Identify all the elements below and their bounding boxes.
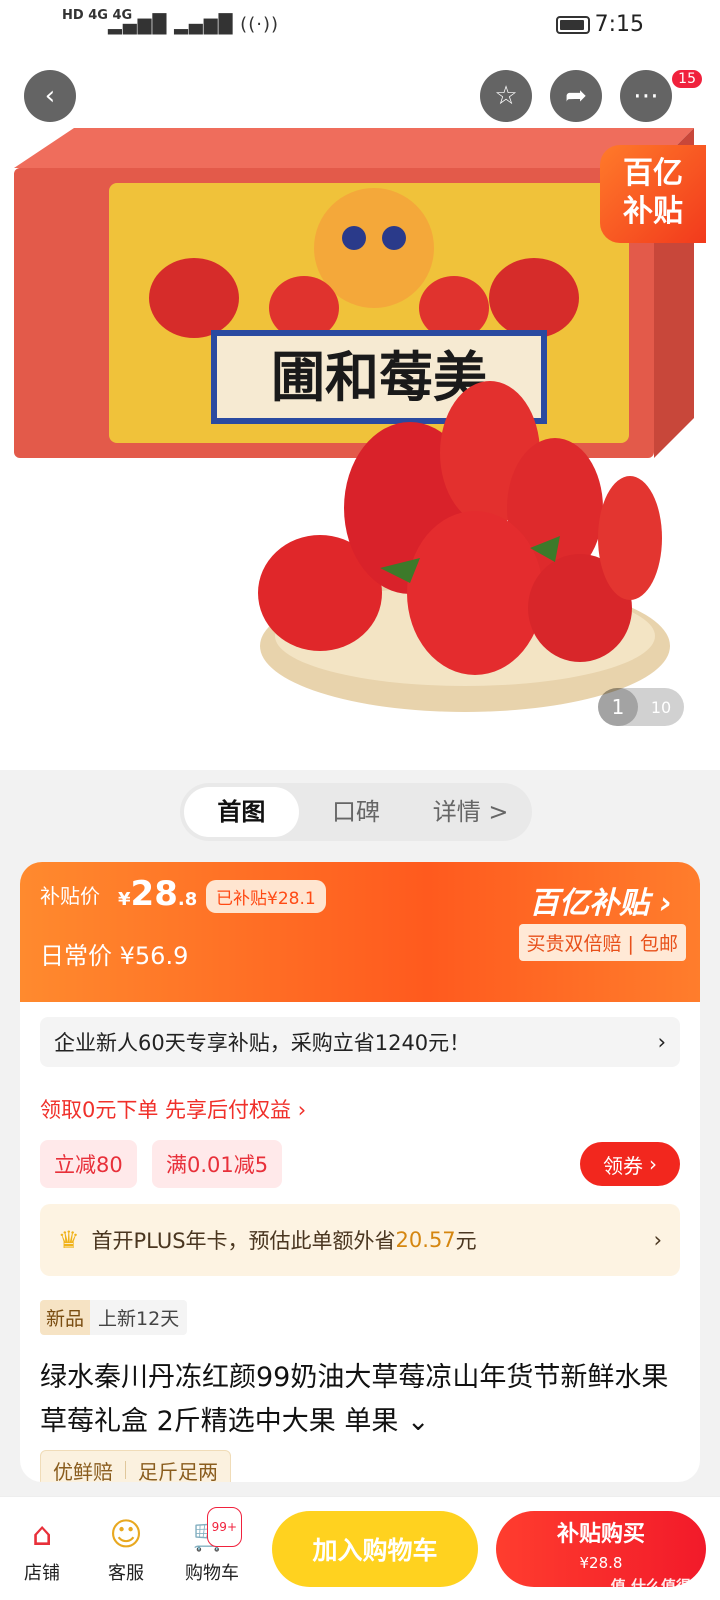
plus-amount: 20.57: [395, 1228, 456, 1252]
product-gallery[interactable]: 圃和莓美 ‹ ☆ ➦ ⋯ 15 百亿 补贴 1 10: [0, 0, 720, 770]
chevron-circle-icon: ›: [649, 1152, 657, 1176]
cart-badge: 99+: [206, 1507, 242, 1547]
chevron-right-icon: ›: [657, 1030, 666, 1054]
price-header: 补贴价 ¥28.8 已补贴¥28.1 日常价 ¥56.9 百亿补贴 › 买贵双倍…: [20, 862, 700, 1002]
status-bar: HD 4G 4G ▂▄▆█ ▂▄▆█ ((·)) 7:15: [0, 0, 720, 52]
tab-reviews[interactable]: 口碑: [299, 787, 414, 837]
more-icon: ⋯: [633, 81, 659, 111]
discount-chip-threshold: 满0.01减5: [152, 1140, 283, 1188]
service-assurance[interactable]: 优鲜赔 足斤足两: [40, 1450, 231, 1482]
subsidy-corner-tag: 百亿 补贴: [600, 145, 706, 243]
plus-text: 首开PLUS年卡，预估此单额外省: [91, 1229, 396, 1253]
crown-icon: ♛: [58, 1226, 80, 1254]
pager-total: 10: [650, 697, 672, 717]
regular-price-label: 日常价: [40, 942, 112, 970]
customer-service-button[interactable]: ☺ 客服: [94, 1515, 158, 1585]
watermark: 值 什么值得买: [610, 1577, 706, 1595]
signal-icon: ▂▄▆█ ▂▄▆█ ((·)): [108, 14, 279, 35]
guarantee-badge: 买贵双倍赔 | 包邮: [518, 924, 686, 961]
subsidy-tag-line2: 补贴: [623, 194, 683, 229]
discount-chip-instant: 立减80: [40, 1140, 137, 1188]
plus-membership-banner[interactable]: ♛ 首开PLUS年卡，预估此单额外省 20.57 元 ›: [40, 1204, 680, 1276]
divider: [125, 1461, 126, 1479]
more-button[interactable]: ⋯: [620, 70, 672, 122]
product-info-card: 补贴价 ¥28.8 已补贴¥28.1 日常价 ¥56.9 百亿补贴 › 买贵双倍…: [20, 862, 700, 1482]
get-coupon-button[interactable]: 领券 ›: [580, 1142, 680, 1186]
regular-price: 日常价 ¥56.9: [40, 936, 188, 971]
price-decimal: .8: [177, 889, 198, 910]
buy-now-label: 补贴购买: [556, 1522, 645, 1547]
enterprise-subsidy-banner[interactable]: 企业新人60天专享补贴，采购立省1240元！ ›: [40, 1017, 680, 1067]
strawberry-bowl-image: [258, 381, 670, 712]
pay-later-link[interactable]: 领取0元下单 先享后付权益 ›: [40, 1094, 306, 1124]
battery-icon: [556, 16, 590, 34]
clock: 7:15: [594, 12, 644, 37]
buy-now-price: ¥28.8: [579, 1554, 623, 1572]
cart-icon: 🛒99+: [192, 1507, 242, 1553]
service-label: 客服: [108, 1563, 144, 1584]
price-integer: 28: [130, 874, 178, 914]
plus-unit: 元: [455, 1229, 477, 1253]
assure-fresh: 优鲜赔: [53, 1459, 113, 1483]
share-button[interactable]: ➦: [550, 70, 602, 122]
store-icon: ⌂: [31, 1515, 53, 1553]
tag-days: 上新12天: [90, 1300, 188, 1335]
subsidy-tag-line1: 百亿: [623, 156, 683, 191]
content-tabs: 首图 口碑 详情 >: [180, 783, 532, 841]
product-title[interactable]: 绿水秦川丹冻红颜99奶油大草莓凉山年货节新鲜水果草莓礼盒 2斤精选中大果 单果 …: [40, 1356, 680, 1444]
subsidy-price-label: 补贴价: [40, 884, 100, 908]
tab-details[interactable]: 详情 >: [413, 787, 528, 837]
already-subsidy-pill: 已补贴¥28.1: [206, 880, 326, 913]
new-product-tag: 新品 上新12天: [40, 1300, 188, 1335]
share-icon: ➦: [565, 81, 587, 111]
pager-current: 1: [598, 688, 638, 726]
cart-button[interactable]: 🛒99+ 购物车: [180, 1507, 244, 1585]
assure-weight: 足斤足两: [138, 1459, 218, 1483]
notification-badge: 15: [670, 68, 704, 90]
brand-label: 百亿补贴: [529, 886, 650, 921]
cart-label: 购物车: [185, 1563, 239, 1584]
coupon-button-label: 领券: [603, 1153, 643, 1178]
regular-price-value: ¥56.9: [119, 942, 189, 970]
add-to-cart-button[interactable]: 加入购物车: [272, 1511, 478, 1587]
tab-main-image[interactable]: 首图: [184, 787, 299, 837]
image-pager: 1 10: [598, 688, 684, 726]
enterprise-banner-text: 企业新人60天专享补贴，采购立省1240元！: [54, 1031, 471, 1055]
favorite-button[interactable]: ☆: [480, 70, 532, 122]
star-icon: ☆: [494, 81, 518, 111]
billion-subsidy-logo[interactable]: 百亿补贴 ›: [529, 878, 672, 922]
store-button[interactable]: ⌂ 店铺: [10, 1515, 74, 1585]
tag-new: 新品: [40, 1300, 91, 1335]
store-label: 店铺: [24, 1563, 60, 1584]
chevron-right-icon: ›: [653, 1228, 662, 1252]
subsidy-price: ¥28.8: [118, 874, 197, 914]
service-icon: ☺: [109, 1515, 143, 1553]
currency-symbol: ¥: [118, 889, 131, 910]
back-button[interactable]: ‹: [24, 70, 76, 122]
bottom-action-bar: ⌂ 店铺 ☺ 客服 🛒99+ 购物车 加入购物车 补贴购买 ¥28.8 值 什么…: [0, 1496, 720, 1600]
